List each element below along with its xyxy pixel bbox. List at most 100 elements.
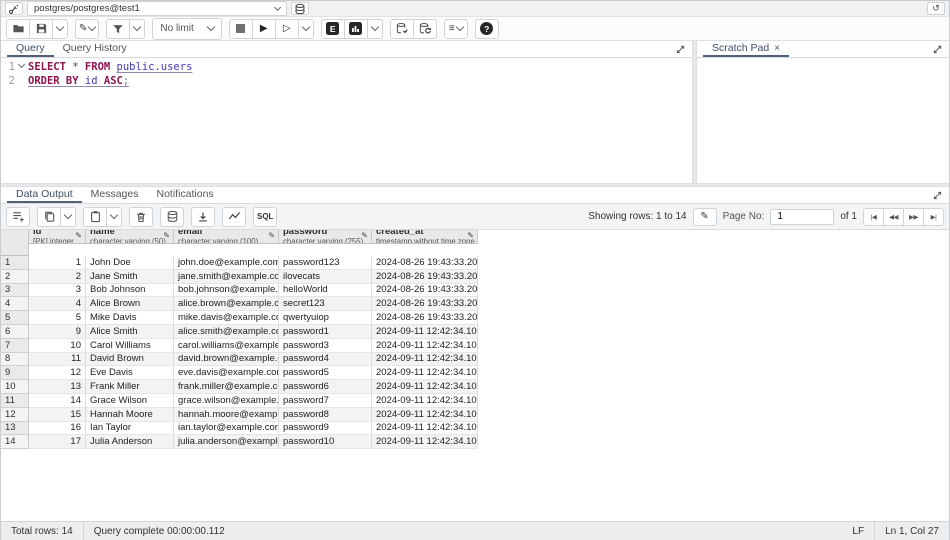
grid-cell-id[interactable]: 1 (29, 256, 86, 270)
grid-cell-id[interactable]: 16 (29, 422, 86, 436)
grid-cell-id[interactable]: 2 (29, 270, 86, 284)
grid-cell-email[interactable]: alice.brown@example.com (174, 297, 279, 311)
help-button[interactable]: ? (475, 19, 499, 39)
grid-cell-name[interactable]: John Doe (86, 256, 174, 270)
sql-editor[interactable]: 1SELECT * FROM public.users2ORDER BY id … (1, 58, 692, 183)
output-expand-button[interactable] (930, 189, 944, 202)
grid-cell-created_at[interactable]: 2024-09-11 12:42:34.109114 (372, 353, 478, 367)
grid-cell-created_at[interactable]: 2024-09-11 12:42:34.109114 (372, 339, 478, 353)
row-number-cell[interactable]: 5 (1, 311, 29, 325)
editor-expand-button[interactable] (673, 43, 687, 56)
execute-button[interactable]: ▶ (252, 19, 276, 39)
grid-cell-id[interactable]: 11 (29, 353, 86, 367)
grid-cell-password[interactable]: password6 (279, 380, 372, 394)
graph-visualiser-button[interactable] (222, 207, 246, 227)
grid-cell-id[interactable]: 14 (29, 394, 86, 408)
grid-cell-created_at[interactable]: 2024-08-26 19:43:33.204646 (372, 256, 478, 270)
grid-cell-id[interactable]: 15 (29, 408, 86, 422)
row-number-cell[interactable]: 14 (1, 435, 29, 449)
paste-button[interactable] (83, 207, 107, 227)
explain-options-button[interactable] (367, 19, 383, 39)
paste-options-button[interactable] (106, 207, 122, 227)
grid-cell-email[interactable]: bob.johnson@example.com (174, 284, 279, 298)
row-limit-select[interactable]: No limit (152, 18, 221, 40)
grid-cell-created_at[interactable]: 2024-08-26 19:43:33.204646 (372, 270, 478, 284)
grid-cell-password[interactable]: password4 (279, 353, 372, 367)
explain-analyze-button[interactable] (344, 19, 368, 39)
scratch-editor[interactable] (697, 58, 949, 183)
last-page-button[interactable]: ▶| (923, 208, 944, 226)
commit-button[interactable] (390, 19, 414, 39)
column-header-id[interactable]: id[PK] integer✎ (29, 230, 86, 244)
tab-query-history[interactable]: Query History (54, 41, 136, 57)
row-number-cell[interactable]: 12 (1, 408, 29, 422)
row-number-cell[interactable]: 3 (1, 284, 29, 298)
pencil-icon[interactable]: ✎ (75, 231, 82, 240)
grid-cell-name[interactable]: Frank Miller (86, 380, 174, 394)
grid-cell-created_at[interactable]: 2024-08-26 19:43:33.204646 (372, 311, 478, 325)
page-number-input[interactable] (770, 209, 834, 225)
row-number-cell[interactable]: 11 (1, 394, 29, 408)
grid-cell-email[interactable]: frank.miller@example.com (174, 380, 279, 394)
grid-cell-id[interactable]: 3 (29, 284, 86, 298)
grid-cell-name[interactable]: Bob Johnson (86, 284, 174, 298)
grid-cell-name[interactable]: Eve Davis (86, 366, 174, 380)
scratch-expand-button[interactable] (930, 43, 944, 56)
column-header-name[interactable]: namecharacter varying (50)✎ (86, 230, 174, 244)
pencil-icon[interactable]: ✎ (163, 231, 170, 240)
tab-notifications[interactable]: Notifications (147, 187, 222, 203)
add-row-button[interactable] (6, 207, 30, 227)
copy-button[interactable] (37, 207, 61, 227)
tab-messages[interactable]: Messages (82, 187, 148, 203)
grid-cell-name[interactable]: Hannah Moore (86, 408, 174, 422)
new-connection-button[interactable] (291, 2, 309, 15)
pencil-icon[interactable]: ✎ (268, 231, 275, 240)
grid-cell-password[interactable]: ilovecats (279, 270, 372, 284)
pencil-icon[interactable]: ✎ (361, 231, 368, 240)
grid-cell-name[interactable]: Ian Taylor (86, 422, 174, 436)
connection-selector[interactable]: postgres/postgres@test1 (27, 1, 287, 16)
grid-cell-id[interactable]: 17 (29, 435, 86, 449)
grid-cell-created_at[interactable]: 2024-08-26 19:43:33.204646 (372, 297, 478, 311)
grid-cell-email[interactable]: julia.anderson@example.com (174, 435, 279, 449)
explain-button[interactable]: E (321, 19, 345, 39)
grid-cell-email[interactable]: eve.davis@example.com (174, 366, 279, 380)
filter-options-button[interactable] (129, 19, 145, 39)
grid-cell-password[interactable]: secret123 (279, 297, 372, 311)
grid-cell-id[interactable]: 5 (29, 311, 86, 325)
grid-cell-name[interactable]: Carol Williams (86, 339, 174, 353)
grid-cell-id[interactable]: 9 (29, 325, 86, 339)
row-number-cell[interactable]: 6 (1, 325, 29, 339)
grid-cell-created_at[interactable]: 2024-09-11 12:42:34.109114 (372, 422, 478, 436)
macros-button[interactable]: ≡ (444, 19, 468, 39)
grid-cell-created_at[interactable]: 2024-09-11 12:42:34.109114 (372, 366, 478, 380)
rollback-button[interactable] (413, 19, 437, 39)
grid-cell-password[interactable]: password10 (279, 435, 372, 449)
grid-cell-password[interactable]: qwertyuiop (279, 311, 372, 325)
fold-toggle-icon[interactable] (15, 61, 28, 67)
column-header-created_at[interactable]: created_attimestamp without time zone✎ (372, 230, 478, 244)
column-header-password[interactable]: passwordcharacter varying (255)✎ (279, 230, 372, 244)
filter-button[interactable] (106, 19, 130, 39)
grid-cell-id[interactable]: 12 (29, 366, 86, 380)
copy-options-button[interactable] (60, 207, 76, 227)
grid-cell-id[interactable]: 4 (29, 297, 86, 311)
grid-cell-name[interactable]: Alice Brown (86, 297, 174, 311)
grid-cell-created_at[interactable]: 2024-09-11 12:42:34.109114 (372, 325, 478, 339)
save-data-button[interactable] (160, 207, 184, 227)
row-number-cell[interactable]: 8 (1, 353, 29, 367)
tab-data-output[interactable]: Data Output (7, 187, 82, 203)
row-number-cell[interactable]: 7 (1, 339, 29, 353)
grid-cell-created_at[interactable]: 2024-09-11 12:42:34.109114 (372, 394, 478, 408)
execute-options-button[interactable] (298, 19, 314, 39)
close-icon[interactable]: × (774, 43, 780, 54)
grid-cell-id[interactable]: 13 (29, 380, 86, 394)
row-number-cell[interactable]: 13 (1, 422, 29, 436)
grid-cell-password[interactable]: password8 (279, 408, 372, 422)
grid-cell-name[interactable]: Jane Smith (86, 270, 174, 284)
connection-status-icon[interactable] (5, 2, 23, 15)
grid-cell-password[interactable]: password3 (279, 339, 372, 353)
open-file-button[interactable] (6, 19, 30, 39)
grid-cell-email[interactable]: jane.smith@example.com (174, 270, 279, 284)
row-number-cell[interactable]: 1 (1, 256, 29, 270)
